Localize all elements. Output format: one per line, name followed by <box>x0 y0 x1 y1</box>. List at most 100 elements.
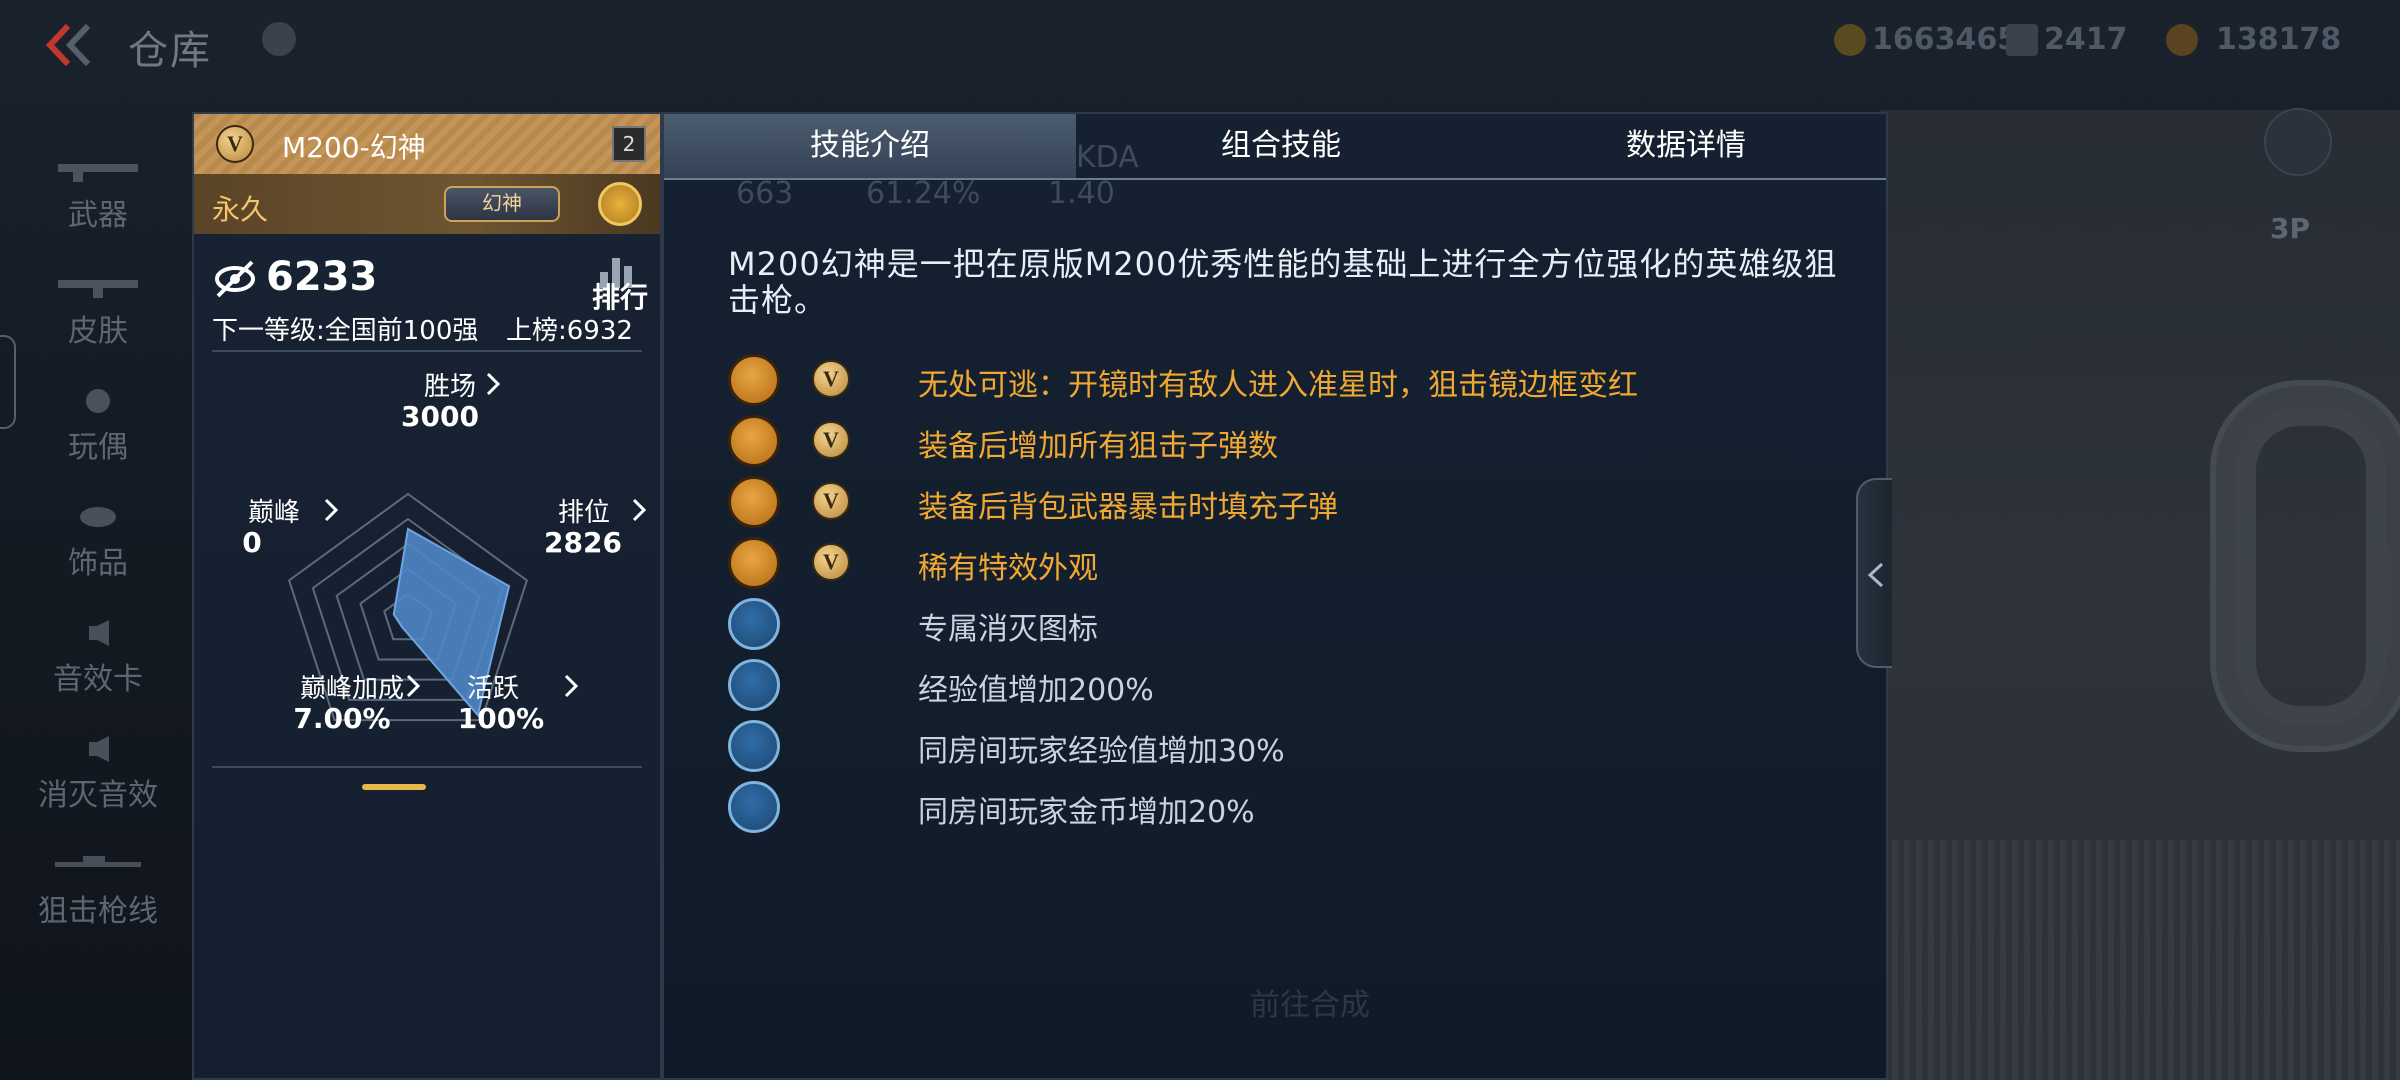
chevron-right-icon[interactable] <box>404 672 422 700</box>
currency-wing: 2417 <box>2006 22 2128 57</box>
gear-burst-icon <box>728 598 780 650</box>
stat-peak-value: 0 <box>242 526 262 559</box>
back-chevron-icon[interactable] <box>38 20 98 70</box>
star-icon <box>728 537 780 589</box>
tab-label: 技能介绍 <box>810 128 930 163</box>
listed-rank-text: 上榜:6932 <box>506 316 633 346</box>
tab-combo[interactable]: 组合技能 <box>1076 114 1486 178</box>
weapon-info-panel: V M200-幻神 2 永久 幻神 6233 排行 下一等级:全国前100强 上… <box>192 112 662 1080</box>
hero-v-badge-icon: V <box>812 421 850 459</box>
feature-text: 装备后背包武器暴击时填充子弹 <box>918 490 1338 525</box>
stat-ranked-value: 2826 <box>544 526 622 559</box>
stat-peak-label: 巅峰 <box>247 498 300 528</box>
stat-active-value: 100% <box>457 702 545 735</box>
exp-plus-icon <box>728 720 780 772</box>
settings-circle-button[interactable] <box>2264 108 2332 176</box>
speaker-icon <box>89 736 109 762</box>
stat-win-value: 3000 <box>401 400 479 433</box>
tab-details[interactable]: 数据详情 <box>1486 114 1886 178</box>
view-toggle-button[interactable]: 3P <box>2270 212 2310 245</box>
weapon-count-badge: 2 <box>612 126 646 162</box>
page-title: 仓库 <box>128 28 212 74</box>
feature-row: 同房间玩家金币增加20% <box>728 781 1848 837</box>
feature-row: 同房间玩家经验值增加30% <box>728 720 1848 776</box>
weapon-tag-badge: 幻神 <box>444 186 560 222</box>
weapon-header: V M200-幻神 2 <box>194 114 660 174</box>
chevron-right-icon[interactable] <box>630 496 648 524</box>
notification-dot-icon[interactable] <box>262 22 296 56</box>
rank-eye-icon <box>215 260 255 298</box>
category-sidebar: 武器 皮肤 玩偶 饰品 音效卡 消灭音效 狙击枪线 <box>0 110 196 1080</box>
weapon-name: M200-幻神 <box>282 131 426 164</box>
wing-icon <box>2006 23 2038 56</box>
tab-skills[interactable]: 技能介绍 <box>664 114 1076 178</box>
hero-v-badge-icon: V <box>812 543 850 581</box>
sidebar-item-label: 音效卡 <box>53 662 143 697</box>
sidebar-item-accessory[interactable]: 饰品 <box>0 488 196 598</box>
coin-icon <box>2166 23 2198 56</box>
sidebar-item-label: 消灭音效 <box>38 778 158 813</box>
currency-value: 2417 <box>2044 22 2128 57</box>
stat-active-label: 活跃 <box>466 674 519 704</box>
rank-number: 6233 <box>266 254 378 300</box>
weapon-medal-icon[interactable] <box>598 182 642 226</box>
sidebar-item-sniper-line[interactable]: 狙击枪线 <box>0 836 196 946</box>
sidebar-item-label: 狙击枪线 <box>38 894 158 929</box>
doll-icon <box>86 389 110 413</box>
sidebar-item-doll[interactable]: 玩偶 <box>0 372 196 482</box>
feature-text: 稀有特效外观 <box>918 551 1098 586</box>
exp-icon <box>728 659 780 711</box>
rifle-icon <box>58 164 138 182</box>
weapon-description: M200幻神是一把在原版M200优秀性能的基础上进行全方位强化的英雄级狙击枪。 <box>728 245 1838 319</box>
bullet-icon <box>728 476 780 528</box>
sidebar-item-label: 玩偶 <box>68 430 128 465</box>
feature-text: 装备后增加所有狙击子弹数 <box>918 429 1278 464</box>
feature-row: 专属消灭图标 <box>728 598 1848 654</box>
hero-v-badge-icon: V <box>812 360 850 398</box>
accessory-icon <box>80 507 116 527</box>
scope-icon <box>728 354 780 406</box>
chevron-right-icon[interactable] <box>322 496 340 524</box>
speaker-icon <box>89 620 109 646</box>
stat-peak-bonus-value: 7.00% <box>293 702 391 735</box>
sidebar-item-label: 皮肤 <box>68 314 128 349</box>
sidebar-item-label: 饰品 <box>68 546 128 581</box>
hero-v-badge-icon: V <box>216 125 254 163</box>
feature-row: V 无处可逃：开镜时有敌人进入准星时，狙击镜边框变红 <box>728 354 1848 410</box>
stat-peak-bonus-label: 巅峰加成 <box>299 674 404 704</box>
ghost-value-1: 663 <box>736 176 794 211</box>
feature-row: V 稀有特效外观 <box>728 537 1848 593</box>
panel-collapse-button[interactable] <box>1856 478 1892 668</box>
rifle-skin-icon <box>58 280 138 298</box>
coin-plus-icon <box>728 781 780 833</box>
page-indicator <box>362 784 426 790</box>
next-level-text: 下一等级:全国前100强 <box>212 316 479 346</box>
chevron-left-icon <box>1867 562 1884 588</box>
ghost-bottom-text: 前往合成 <box>1250 988 1370 1023</box>
chevron-right-icon[interactable] <box>484 370 502 398</box>
feature-text: 专属消灭图标 <box>918 612 1098 647</box>
feature-text: 同房间玩家金币增加20% <box>918 795 1255 830</box>
tab-label: 数据详情 <box>1626 128 1746 163</box>
top-bar: 仓库 16634659 2417 138178 <box>0 0 2400 100</box>
weapon-duration: 永久 <box>212 193 269 226</box>
tab-label: 组合技能 <box>1221 128 1341 163</box>
feature-row: V 装备后背包武器暴击时填充子弹 <box>728 476 1848 532</box>
hero-v-badge-icon: V <box>812 482 850 520</box>
tab-bar: 技能介绍 组合技能 数据详情 <box>664 114 1886 180</box>
feature-text: 无处可逃：开镜时有敌人进入准星时，狙击镜边框变红 <box>918 368 1638 403</box>
sidebar-item-skin[interactable]: 皮肤 <box>0 256 196 366</box>
feature-text: 同房间玩家经验值增加30% <box>918 734 1285 769</box>
skill-panel: 场次 率 平均KDA 663 61.24% 1.40 技能介绍 组合技能 数据详… <box>662 112 1888 1080</box>
pistol-icon <box>728 415 780 467</box>
currency-value: 138178 <box>2216 22 2342 57</box>
feature-text: 经验值增加200% <box>918 673 1154 708</box>
sidebar-item-weapon[interactable]: 武器 <box>0 140 196 250</box>
gold-medal-icon <box>1834 23 1866 56</box>
sidebar-item-sound-card[interactable]: 音效卡 <box>0 604 196 714</box>
sniper-icon <box>55 856 141 867</box>
stat-ranked-label: 排位 <box>557 498 610 528</box>
feature-row: 经验值增加200% <box>728 659 1848 715</box>
sidebar-item-kill-sound[interactable]: 消灭音效 <box>0 720 196 830</box>
chevron-right-icon[interactable] <box>562 672 580 700</box>
